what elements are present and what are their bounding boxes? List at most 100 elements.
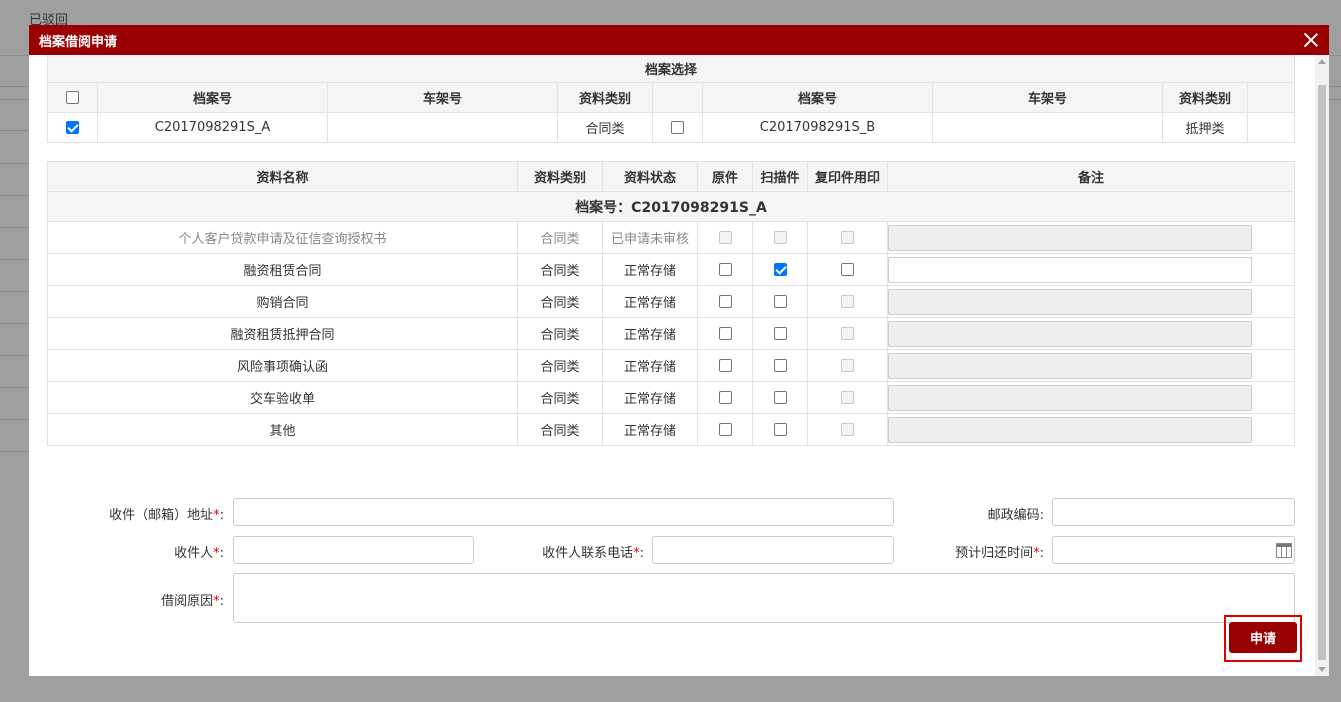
address-label: 收件（邮箱）地址*: (109, 508, 224, 523)
remark-input (888, 352, 1252, 379)
archive-b-checkbox[interactable] (671, 120, 684, 134)
doc-category: 合同类 (517, 253, 603, 286)
header-archive-no-2: 档案号 (702, 81, 933, 113)
doc-name: 其他 (47, 413, 518, 446)
doc-category: 合同类 (517, 381, 603, 414)
header-spacer (652, 81, 703, 113)
header-doc-category: 资料类别 (517, 161, 603, 192)
scan-checkbox[interactable] (773, 327, 787, 340)
remark-input (888, 384, 1252, 411)
archive-borrow-dialog: 档案借阅申请 档案选择 档案号 车架号 资料类别 档案号 车架号 资料类别 C2 (29, 25, 1329, 676)
doc-name: 风险事项确认函 (47, 349, 518, 382)
document-row: 其他 合同类 正常存储 (47, 413, 1295, 446)
doc-status: 正常存储 (602, 317, 698, 350)
document-row: 融资租赁抵押合同 合同类 正常存储 (47, 317, 1295, 350)
remark-input[interactable] (888, 256, 1252, 283)
archive-a-frame (327, 111, 558, 143)
copy-seal-checkbox (841, 327, 854, 340)
original-checkbox[interactable] (718, 359, 732, 372)
scan-checkbox[interactable] (773, 295, 787, 308)
scan-checkbox[interactable] (773, 359, 787, 372)
doc-category: 合同类 (517, 349, 603, 382)
scan-checkbox[interactable] (773, 391, 787, 404)
select-all-checkbox[interactable] (66, 90, 79, 104)
doc-status: 正常存储 (602, 349, 698, 382)
document-rows: 个人客户贷款申请及征信查询授权书 合同类 已申请未审核 融资租赁合同 合同类 正常存储 购销… (47, 221, 1295, 446)
document-row: 融资租赁合同 合同类 正常存储 (47, 253, 1295, 286)
address-input[interactable] (233, 498, 894, 526)
archive-b-category: 抵押类 (1162, 111, 1248, 143)
header-frame-no: 车架号 (327, 81, 558, 113)
scroll-up-icon[interactable] (1318, 59, 1326, 64)
doc-status: 正常存储 (602, 285, 698, 318)
header-category: 资料类别 (557, 81, 653, 113)
dialog-header: 档案借阅申请 (29, 25, 1329, 55)
remark-input (888, 416, 1252, 443)
doc-name: 融资租赁合同 (47, 253, 518, 286)
doc-status: 正常存储 (602, 413, 698, 446)
submit-button[interactable]: 申请 (1229, 622, 1297, 653)
postal-code-input[interactable] (1052, 498, 1295, 526)
phone-label: 收件人联系电话*: (542, 546, 644, 561)
dialog-body: 档案选择 档案号 车架号 资料类别 档案号 车架号 资料类别 C20170982… (29, 55, 1329, 676)
header-archive-no: 档案号 (97, 81, 328, 113)
reason-textarea[interactable] (233, 573, 1295, 623)
archive-b-frame (932, 111, 1163, 143)
scroll-thumb[interactable] (1318, 85, 1326, 660)
doc-name: 购销合同 (47, 285, 518, 318)
dialog-scrollbar[interactable] (1315, 55, 1329, 676)
original-checkbox[interactable] (718, 391, 732, 404)
doc-category: 合同类 (517, 285, 603, 318)
doc-name: 个人客户贷款申请及征信查询授权书 (47, 221, 518, 254)
return-time-label: 预计归还时间*: (955, 546, 1044, 561)
archive-a-no: C2017098291S_A (97, 111, 328, 143)
document-row: 风险事项确认函 合同类 正常存储 (47, 349, 1295, 382)
doc-category: 合同类 (517, 317, 603, 350)
doc-status: 正常存储 (602, 381, 698, 414)
scan-checkbox[interactable] (773, 263, 787, 276)
header-scan: 扫描件 (752, 161, 808, 192)
scan-checkbox[interactable] (773, 423, 787, 436)
recipient-label: 收件人*: (174, 546, 224, 561)
document-table: 资料名称 资料类别 资料状态 原件 扫描件 复印件用印 备注 档案号：C2017… (47, 161, 1295, 446)
select-all-cell (47, 81, 98, 113)
close-icon[interactable] (1301, 30, 1321, 50)
header-remark: 备注 (887, 161, 1295, 192)
header-category-2: 资料类别 (1162, 81, 1248, 113)
doc-name: 交车验收单 (47, 381, 518, 414)
original-checkbox (718, 231, 732, 244)
copy-seal-checkbox (841, 423, 854, 436)
copy-seal-checkbox[interactable] (841, 263, 854, 276)
selection-caption: 档案选择 (47, 55, 1295, 83)
original-checkbox[interactable] (718, 423, 732, 436)
calendar-icon[interactable] (1276, 543, 1292, 558)
archive-group-label: 档案号：C2017098291S_A (47, 191, 1295, 222)
remark-input (888, 224, 1252, 251)
original-checkbox[interactable] (718, 327, 732, 340)
recipient-input[interactable] (233, 536, 474, 564)
header-copy-seal: 复印件用印 (807, 161, 888, 192)
header-original: 原件 (697, 161, 753, 192)
doc-status: 正常存储 (602, 253, 698, 286)
archive-selection-table: 档案选择 档案号 车架号 资料类别 档案号 车架号 资料类别 C20170982… (47, 55, 1295, 143)
reason-label: 借阅原因*: (161, 594, 224, 609)
phone-input[interactable] (652, 536, 894, 564)
header-filler (1247, 81, 1295, 113)
original-checkbox[interactable] (718, 263, 732, 276)
archive-a-checkbox[interactable] (66, 120, 79, 134)
document-row: 购销合同 合同类 正常存储 (47, 285, 1295, 318)
archive-a-category: 合同类 (557, 111, 653, 143)
header-doc-status: 资料状态 (602, 161, 698, 192)
doc-name: 融资租赁抵押合同 (47, 317, 518, 350)
document-row: 交车验收单 合同类 正常存储 (47, 381, 1295, 414)
return-time-input[interactable] (1052, 536, 1295, 564)
copy-seal-checkbox (841, 295, 854, 308)
original-checkbox[interactable] (718, 295, 732, 308)
scan-checkbox (773, 231, 787, 244)
scroll-down-icon[interactable] (1318, 667, 1326, 672)
doc-status: 已申请未审核 (602, 221, 698, 254)
archive-row: C2017098291S_A 合同类 C2017098291S_B 抵押类 (47, 111, 1295, 143)
postal-code-label: 邮政编码: (987, 508, 1044, 523)
dialog-title: 档案借阅申请 (39, 34, 118, 50)
copy-seal-checkbox (841, 391, 854, 404)
